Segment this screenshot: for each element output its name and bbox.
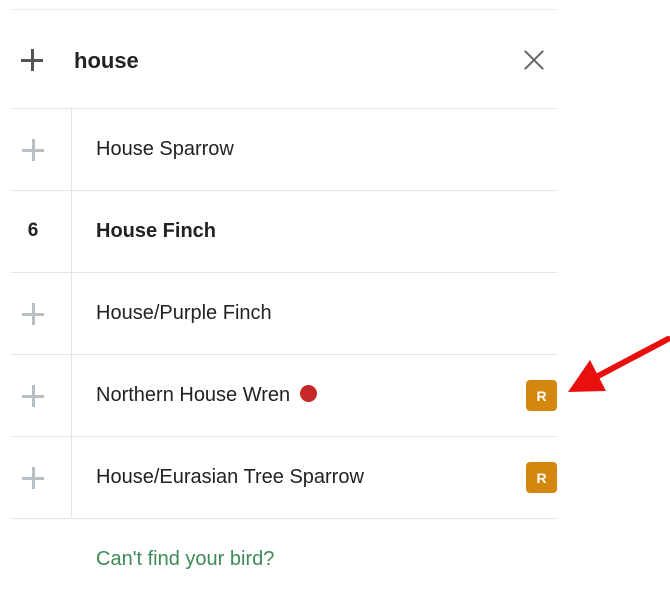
annotation-arrow-icon xyxy=(568,336,670,392)
